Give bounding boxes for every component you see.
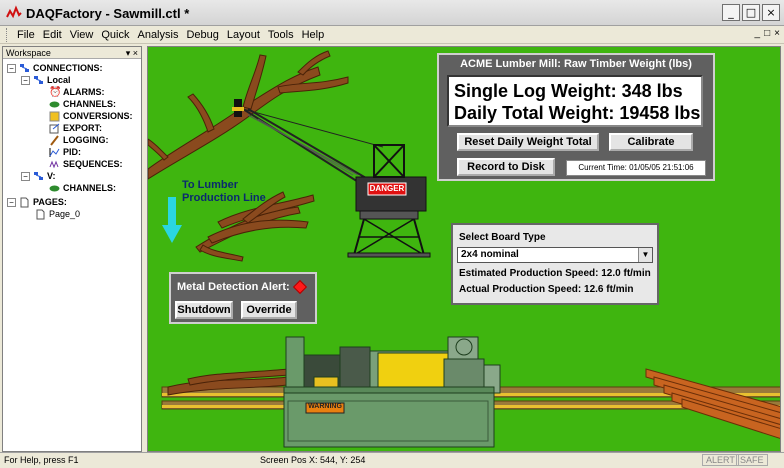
page-icon xyxy=(20,197,29,207)
actual-speed: Actual Production Speed: 12.6 ft/min xyxy=(459,284,634,295)
alert-diamond-icon xyxy=(292,279,308,295)
tree-item-channels[interactable]: CHANNELS: xyxy=(49,98,116,110)
mdi-close-button[interactable]: × xyxy=(774,28,780,39)
page-icon xyxy=(36,209,45,219)
pid-graph-icon xyxy=(49,147,60,157)
status-screen-pos: Screen Pos X: 544, Y: 254 xyxy=(260,455,366,465)
status-bar: For Help, press F1 Screen Pos X: 544, Y:… xyxy=(0,452,784,468)
minimize-button[interactable]: _ xyxy=(722,4,740,21)
override-button[interactable]: Override xyxy=(241,301,297,319)
title-bar: DAQFactory - Sawmill.ctl * _ □ × xyxy=(0,0,784,26)
saw-machine xyxy=(283,336,501,448)
menu-file[interactable]: File xyxy=(13,29,39,41)
dropdown-arrow-icon[interactable]: ▼ xyxy=(638,248,652,262)
crane-tower xyxy=(347,144,431,258)
conversions-icon xyxy=(49,111,60,121)
collapse-icon[interactable]: − xyxy=(21,171,30,181)
danger-sign-text: DANGER xyxy=(369,184,405,193)
pencil-icon xyxy=(50,134,59,146)
tree-item-connections[interactable]: − CONNECTIONS: xyxy=(7,62,103,74)
menu-grip[interactable] xyxy=(6,27,9,42)
tree-item-local[interactable]: − Local xyxy=(21,74,71,86)
network-icon xyxy=(20,63,29,72)
board-type-panel: Select Board Type 2x4 nominal ▼ Estimate… xyxy=(451,223,659,305)
record-to-disk-button[interactable]: Record to Disk xyxy=(457,158,555,176)
production-line-label: To Lumber Production Line xyxy=(182,179,266,204)
menu-quick[interactable]: Quick xyxy=(97,29,133,41)
tree-item-v[interactable]: − V: xyxy=(21,170,56,182)
board-type-selected: 2x4 nominal xyxy=(461,249,519,260)
workspace-header: Workspace ▾ × xyxy=(3,47,141,59)
single-log-weight: Single Log Weight: 348 lbs xyxy=(454,81,683,101)
status-safe-indicator: SAFE xyxy=(736,454,768,466)
board-type-select[interactable]: 2x4 nominal ▼ xyxy=(457,247,653,263)
warning-plate-text: WARNING xyxy=(308,403,342,410)
close-button[interactable]: × xyxy=(762,4,780,21)
sawmill-page-canvas: DANGER WARNING To Lumber Production Line… xyxy=(147,46,781,452)
board-type-title: Select Board Type xyxy=(459,232,546,243)
menu-help[interactable]: Help xyxy=(298,29,329,41)
tree-item-conversions[interactable]: CONVERSIONS: xyxy=(49,110,133,122)
menu-view[interactable]: View xyxy=(66,29,98,41)
tree-item-page0[interactable]: Page_0 xyxy=(35,208,80,220)
connection-icon xyxy=(34,171,43,180)
status-alert-indicator: ALERT xyxy=(702,454,739,466)
collapse-icon[interactable]: − xyxy=(7,63,16,73)
menu-analysis[interactable]: Analysis xyxy=(133,29,182,41)
workspace-controls[interactable]: ▾ × xyxy=(126,47,138,59)
alarm-clock-icon: ⏰ xyxy=(49,86,62,98)
menu-tools[interactable]: Tools xyxy=(264,29,298,41)
workspace-title: Workspace xyxy=(6,48,51,58)
estimated-speed: Estimated Production Speed: 12.0 ft/min xyxy=(459,268,651,279)
daily-total-weight: Daily Total Weight: 19458 lbs xyxy=(454,103,701,123)
tree-item-pid[interactable]: PID: xyxy=(49,146,81,158)
tree-item-alarms[interactable]: ⏰ ALARMS: xyxy=(49,86,105,98)
crane-boom xyxy=(242,108,384,186)
status-help-text: For Help, press F1 xyxy=(4,455,79,465)
collapse-icon[interactable]: − xyxy=(7,197,16,207)
weight-panel-title: ACME Lumber Mill: Raw Timber Weight (lbs… xyxy=(460,58,692,70)
tree-item-logging[interactable]: LOGGING: xyxy=(49,134,109,146)
tree-item-export[interactable]: EXPORT: xyxy=(49,122,102,134)
menu-edit[interactable]: Edit xyxy=(39,29,66,41)
daqfactory-app-icon xyxy=(6,5,22,19)
calibrate-button[interactable]: Calibrate xyxy=(609,133,693,151)
tree-item-v-channels[interactable]: CHANNELS: xyxy=(49,182,116,194)
tree-item-pages[interactable]: − PAGES: xyxy=(7,196,67,208)
channels-leaf-icon xyxy=(49,185,60,191)
menu-layout[interactable]: Layout xyxy=(223,29,264,41)
current-time-display: Current Time: 01/05/05 21:51:06 xyxy=(566,160,706,176)
metal-detection-panel: Metal Detection Alert: Shutdown Override xyxy=(169,272,317,324)
connection-icon xyxy=(34,75,43,84)
maximize-button[interactable]: □ xyxy=(742,4,760,21)
menu-bar: File Edit View Quick Analysis Debug Layo… xyxy=(0,26,784,44)
channels-leaf-icon xyxy=(49,101,60,107)
export-icon xyxy=(49,123,60,133)
weight-panel: ACME Lumber Mill: Raw Timber Weight (lbs… xyxy=(437,53,715,181)
window-title: DAQFactory - Sawmill.ctl * xyxy=(26,6,190,21)
mdi-minimize-button[interactable]: _ xyxy=(755,28,761,39)
menu-debug[interactable]: Debug xyxy=(182,29,222,41)
shutdown-button[interactable]: Shutdown xyxy=(175,301,233,319)
mdi-restore-button[interactable]: □ xyxy=(764,28,770,39)
reset-daily-weight-button[interactable]: Reset Daily Weight Total xyxy=(457,133,599,151)
sequences-icon xyxy=(49,160,59,168)
metal-detection-title: Metal Detection Alert: xyxy=(177,281,290,293)
production-line-arrow-icon xyxy=(162,197,182,243)
workspace-panel: Workspace ▾ × − CONNECTIONS: − Local ⏰ A… xyxy=(2,46,142,452)
weight-display: Single Log Weight: 348 lbs Daily Total W… xyxy=(447,75,703,127)
collapse-icon[interactable]: − xyxy=(21,75,30,85)
tree-item-sequences[interactable]: SEQUENCES: xyxy=(49,158,123,170)
